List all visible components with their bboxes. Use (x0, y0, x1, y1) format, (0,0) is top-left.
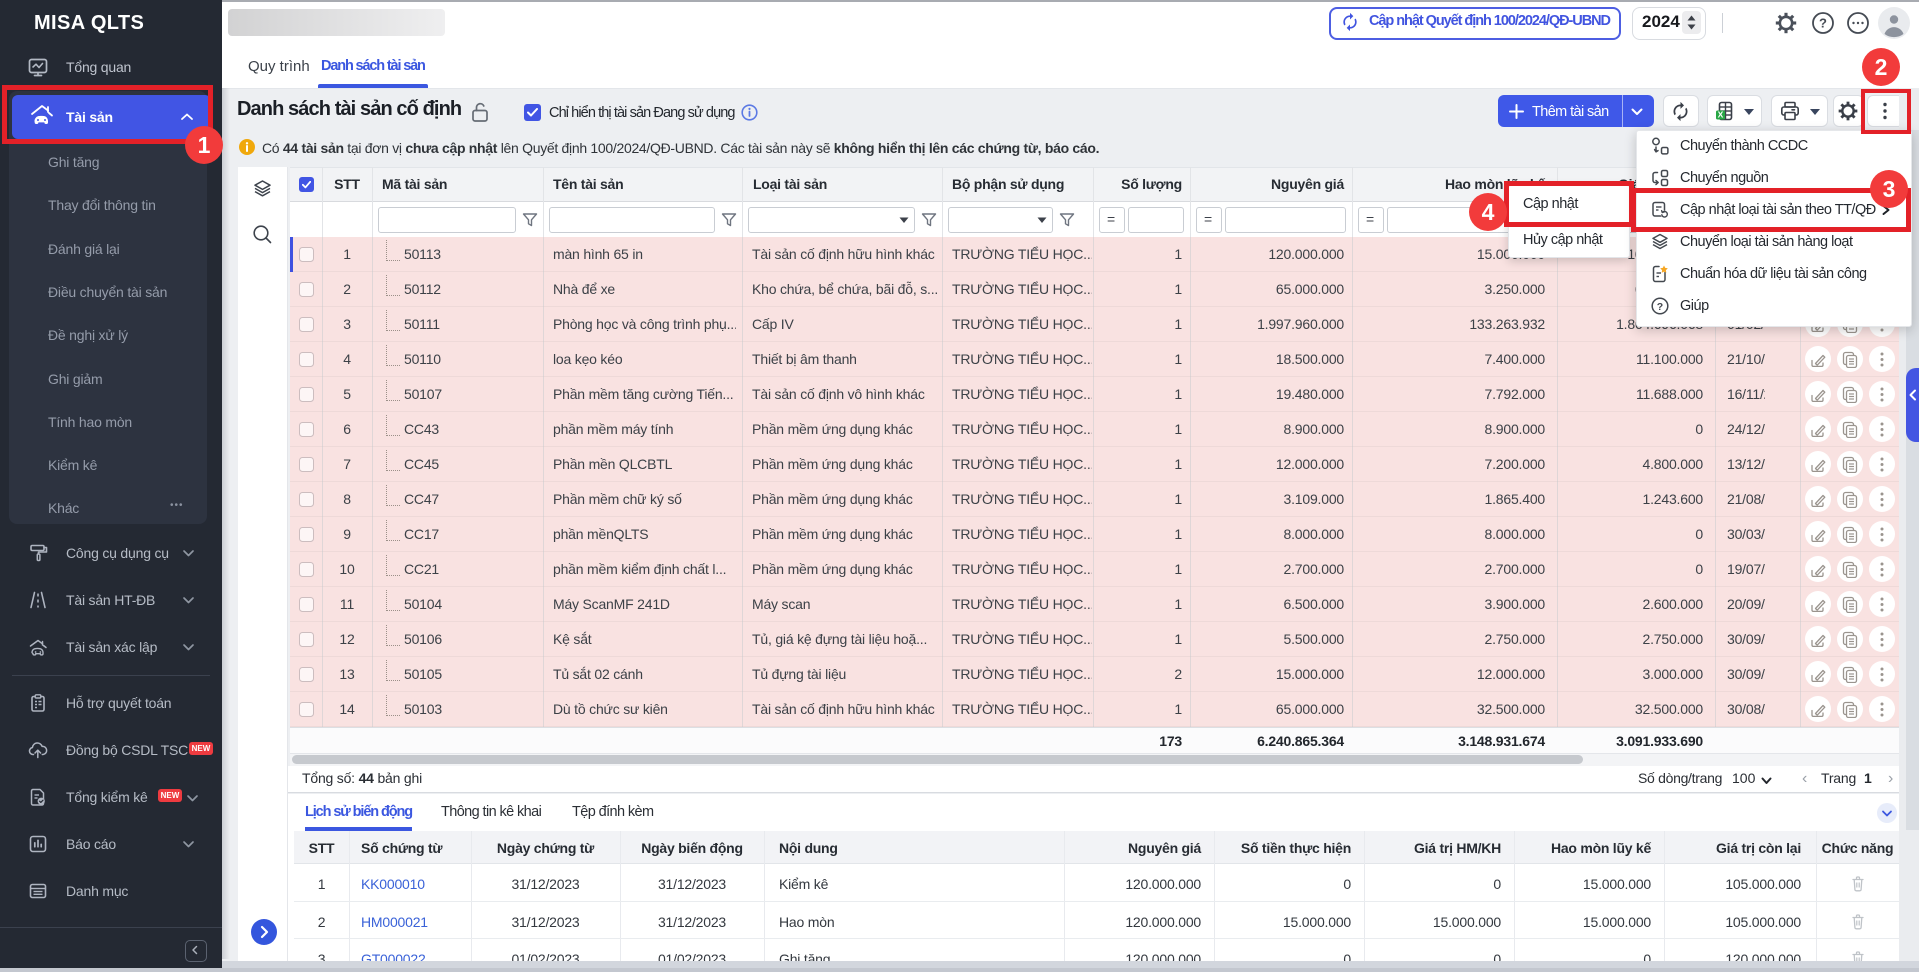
svg-text:X: X (1718, 110, 1724, 120)
svg-text:?: ? (1657, 301, 1663, 313)
svg-text:?: ? (1819, 16, 1827, 31)
